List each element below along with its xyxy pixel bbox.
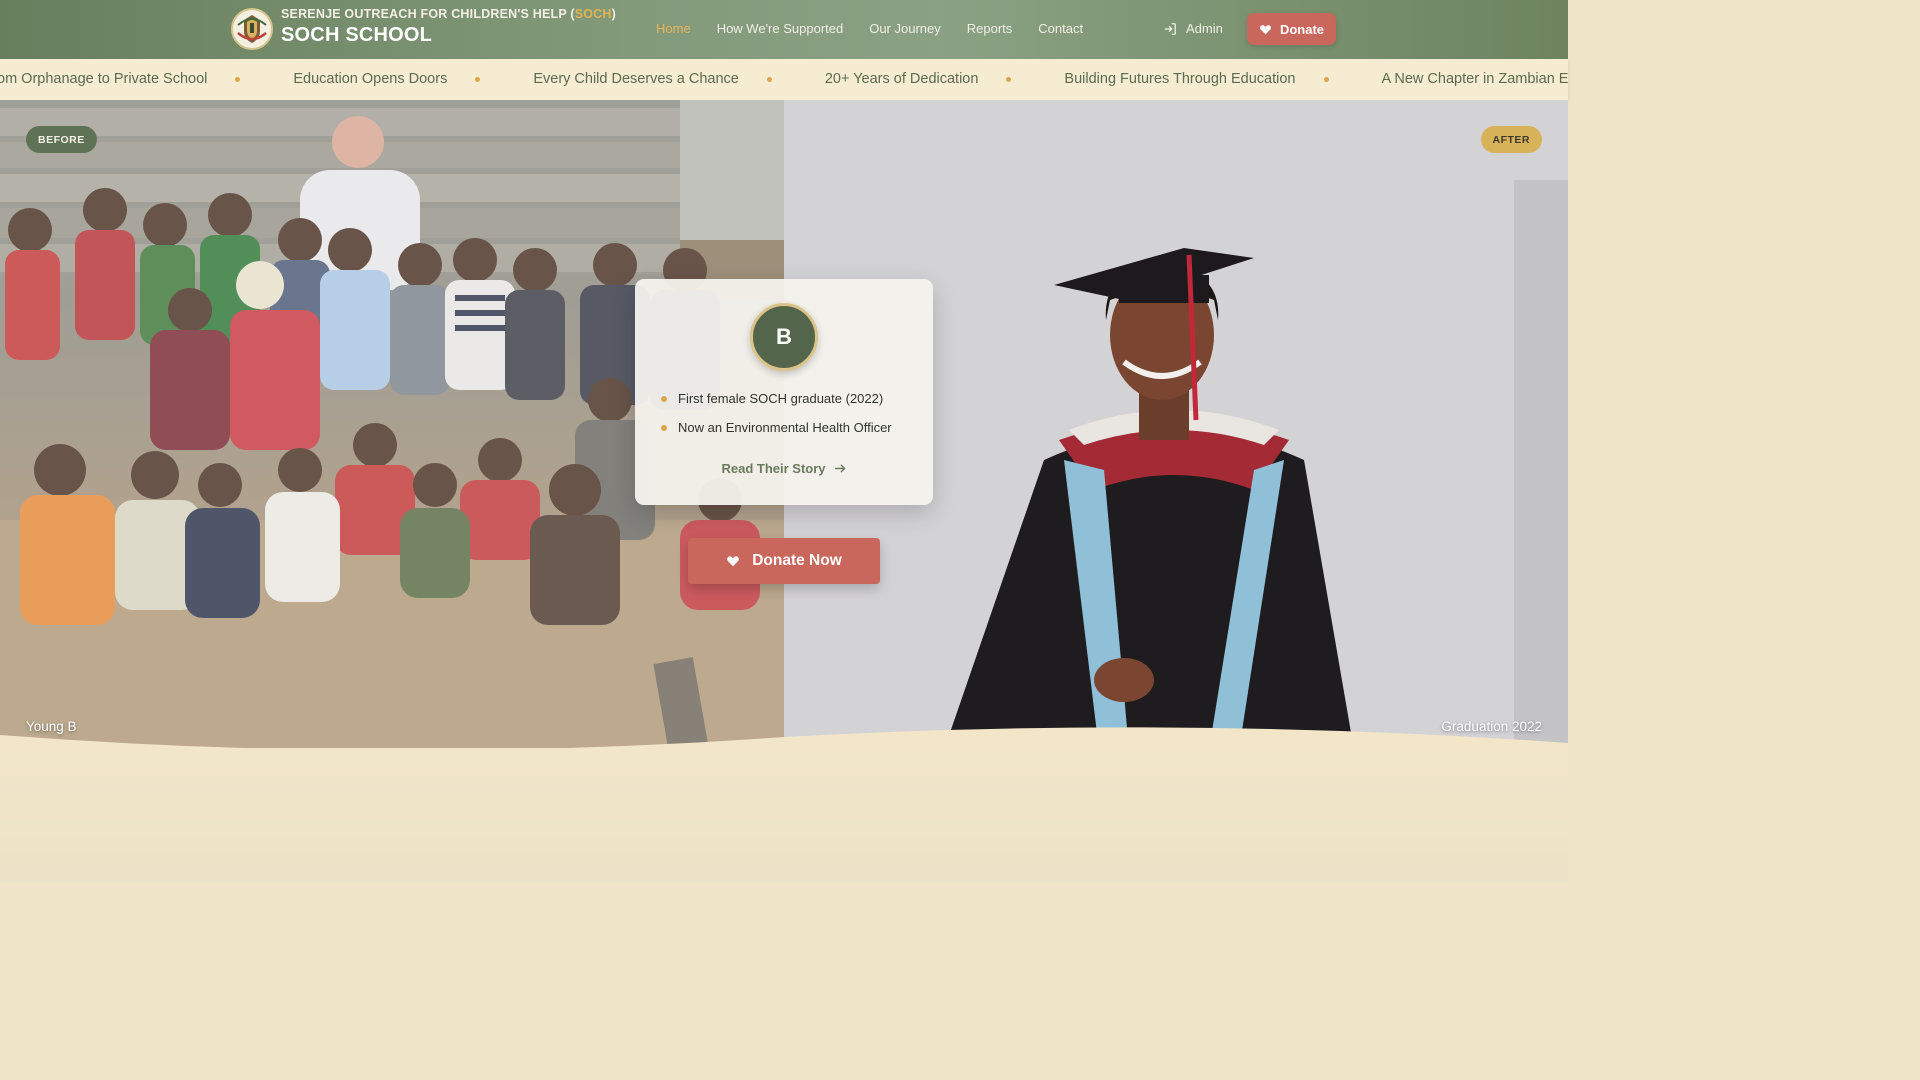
heart-icon [1260,24,1271,34]
ticker-item: om Orphanage to Private School [0,71,208,87]
nav-home[interactable]: Home [656,21,691,36]
brand-title: SOCH SCHOOL [281,24,433,46]
fact-text: Now an Environmental Health Officer [678,420,892,435]
story-facts: First female SOCH graduate (2022) Now an… [661,391,892,449]
nav-reports[interactable]: Reports [967,21,1013,36]
fact-text: First female SOCH graduate (2022) [678,391,884,406]
ticker-separator [1006,76,1012,82]
lower-section [0,748,1568,882]
donate-now-label: Donate Now [752,552,842,569]
ticker-item: Every Child Deserves a Chance [533,71,739,87]
ticker-track: om Orphanage to Private School Education… [0,71,1568,87]
ticker-item: 20+ Years of Dedication [824,71,979,87]
ticker-separator [766,76,772,82]
avatar: B [750,303,818,371]
heart-icon [727,556,740,567]
admin-label: Admin [1186,21,1223,36]
read-their-story-link[interactable]: Read Their Story [635,461,933,476]
read-story-label: Read Their Story [721,461,826,476]
tagline-ticker: om Orphanage to Private School Education… [0,59,1568,100]
admin-link[interactable]: Admin [1163,21,1223,36]
ticker-item: A New Chapter in Zambian Educatio [1381,71,1569,87]
donate-button[interactable]: Donate [1247,13,1336,45]
soch-logo[interactable] [231,8,273,50]
top-navigation-bar: SERENJE OUTREACH FOR CHILDREN'S HELP (SO… [0,0,1568,59]
ticker-item: Education Opens Doors [293,71,448,87]
school-crest-icon [235,12,269,46]
login-icon [1164,22,1176,35]
nav-our-journey[interactable]: Our Journey [869,21,941,36]
after-badge: AFTER [1480,126,1542,153]
bullet-dot [661,395,667,402]
brand-acronym: SOCH [574,7,612,21]
arrow-right-icon [834,464,846,473]
donate-button-label: Donate [1279,21,1325,37]
ticker-separator [475,76,481,82]
brand-block[interactable]: SERENJE OUTREACH FOR CHILDREN'S HELP (SO… [281,7,616,47]
ticker-separator [235,76,241,82]
ticker-separator [1323,76,1329,82]
story-card: B First female SOCH graduate (2022) Now … [635,279,933,505]
ticker-item: Building Futures Through Education [1064,71,1296,87]
main-nav: Home How We're Supported Our Journey Rep… [656,21,1109,36]
before-badge: BEFORE [26,126,97,153]
list-item: Now an Environmental Health Officer [661,420,892,435]
nav-how-were-supported[interactable]: How We're Supported [717,21,844,36]
nav-contact[interactable]: Contact [1038,21,1083,36]
brand-subtitle: SERENJE OUTREACH FOR CHILDREN'S HELP (SO… [281,7,616,21]
bullet-dot [661,424,667,431]
donate-now-button[interactable]: Donate Now [688,538,880,584]
list-item: First female SOCH graduate (2022) [661,391,892,406]
